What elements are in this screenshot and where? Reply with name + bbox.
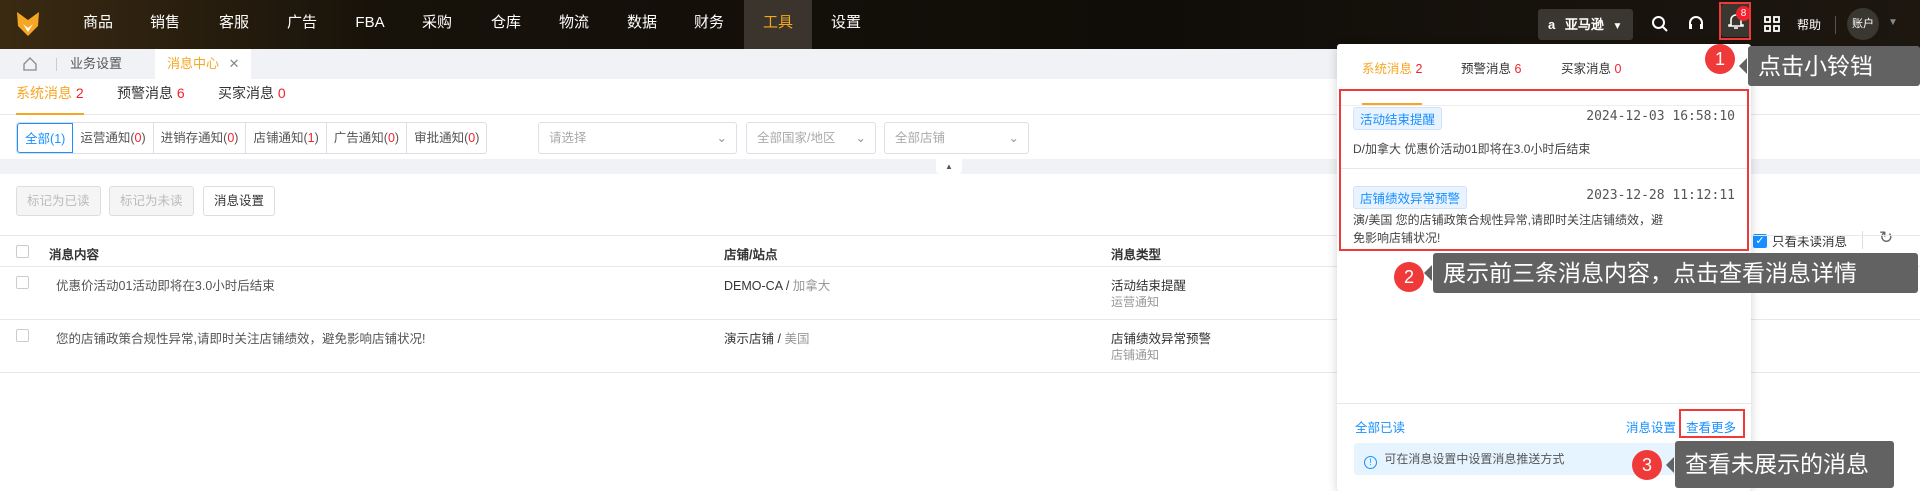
mark-read-button[interactable]: 标记为已读 bbox=[16, 186, 101, 216]
popup-settings-link[interactable]: 消息设置 bbox=[1626, 417, 1676, 436]
divider bbox=[1337, 403, 1751, 404]
annotation-step-1: 1 bbox=[1705, 44, 1735, 74]
top-nav: 商品 销售 客服 广告 FBA 采购 仓库 物流 数据 财务 工具 设置 a 亚马逊 ▼ 8 帮助 账… bbox=[0, 0, 1920, 49]
apps-grid-icon[interactable] bbox=[1764, 16, 1780, 32]
annotation-highlight-view-more bbox=[1679, 409, 1745, 438]
nav-item[interactable]: FBA bbox=[337, 0, 402, 49]
tab-warning-messages[interactable]: 预警消息 6 bbox=[117, 79, 185, 115]
row-checkbox[interactable] bbox=[16, 276, 29, 289]
caret-down-icon: ▼ bbox=[1612, 21, 1623, 32]
chevron-down-icon: ⌄ bbox=[716, 131, 727, 145]
chevron-down-icon: ⌄ bbox=[855, 131, 866, 145]
header-store: 店铺/站点 bbox=[724, 248, 778, 262]
filter-segment[interactable]: 店铺通知(1) bbox=[246, 123, 327, 153]
popup-tab-buyer[interactable]: 买家消息 0 bbox=[1561, 58, 1621, 77]
store-select[interactable]: 全部店铺 ⌄ bbox=[884, 122, 1029, 154]
header-content: 消息内容 bbox=[49, 248, 100, 262]
platform-selector[interactable]: a 亚马逊 ▼ bbox=[1538, 9, 1633, 40]
message-settings-button[interactable]: 消息设置 bbox=[203, 186, 276, 216]
popup-tab-system[interactable]: 系统消息 2 bbox=[1362, 58, 1422, 77]
nav-item[interactable]: 数据 bbox=[609, 0, 675, 49]
headset-icon[interactable] bbox=[1687, 15, 1705, 33]
header-type: 消息类型 bbox=[1111, 248, 1162, 262]
row-store: DEMO-CA / 加拿大 bbox=[724, 279, 831, 293]
nav-item[interactable]: 财务 bbox=[676, 0, 742, 49]
annotation-highlight-messages bbox=[1339, 89, 1749, 251]
page-tab-business-settings[interactable]: 业务设置 bbox=[70, 49, 122, 79]
select-all-checkbox[interactable] bbox=[16, 245, 29, 258]
collapse-toggle[interactable]: ▲ bbox=[936, 159, 962, 174]
annotation-highlight-bell bbox=[1719, 2, 1751, 40]
row-content: 优惠价活动01活动即将在3.0小时后结束 bbox=[56, 279, 275, 293]
row-category: 店铺通知 bbox=[1111, 348, 1160, 362]
page-tab-label: 消息中心 bbox=[167, 56, 220, 71]
notification-type-filter: 全部(1) 运营通知(0) 进销存通知(0) 店铺通知(1) 广告通知(0) 审批通知(0… bbox=[16, 122, 488, 154]
nav-item[interactable]: 设置 bbox=[813, 0, 879, 49]
filter-segment[interactable]: 审批通知(0) bbox=[407, 123, 486, 153]
row-category: 运营通知 bbox=[1111, 295, 1160, 309]
mark-unread-button[interactable]: 标记为未读 bbox=[109, 186, 194, 216]
row-checkbox[interactable] bbox=[16, 329, 29, 342]
country-select[interactable]: 全部国家/地区 ⌄ bbox=[746, 122, 876, 154]
chevron-down-icon: ⌄ bbox=[1008, 131, 1019, 145]
tab-system-messages[interactable]: 系统消息 2 bbox=[16, 79, 84, 115]
amazon-icon: a bbox=[1548, 17, 1556, 32]
nav-item[interactable]: 客服 bbox=[201, 0, 267, 49]
nav-item[interactable]: 商品 bbox=[65, 0, 131, 49]
fox-logo-icon[interactable] bbox=[14, 10, 42, 38]
annotation-callout-3: 查看未展示的消息 bbox=[1666, 441, 1894, 488]
account-avatar[interactable]: 账户 bbox=[1847, 8, 1879, 40]
mark-all-read-link[interactable]: 全部已读 bbox=[1355, 417, 1405, 436]
page-tab-message-center[interactable]: 消息中心 ✕ bbox=[155, 49, 251, 79]
annotation-callout-1: 点击小铃铛 bbox=[1739, 46, 1920, 86]
nav-item[interactable]: 采购 bbox=[404, 0, 470, 49]
info-text: 可在消息设置中设置消息推送方式 bbox=[1384, 452, 1565, 466]
account-label: 账户 bbox=[1852, 18, 1874, 30]
annotation-step-3: 3 bbox=[1632, 450, 1662, 480]
nav-item[interactable]: 仓库 bbox=[473, 0, 539, 49]
row-store: 演示店铺 / 美国 bbox=[724, 332, 810, 346]
search-icon[interactable] bbox=[1651, 15, 1669, 33]
nav-item[interactable]: 销售 bbox=[132, 0, 198, 49]
home-icon[interactable] bbox=[23, 57, 37, 71]
row-type: 活动结束提醒 bbox=[1111, 279, 1187, 293]
platform-label: 亚马逊 bbox=[1564, 17, 1604, 32]
help-link[interactable]: 帮助 bbox=[1797, 16, 1821, 33]
type-select[interactable]: 请选择 ⌄ bbox=[538, 122, 737, 154]
annotation-callout-2: 展示前三条消息内容，点击查看消息详情 bbox=[1424, 253, 1918, 293]
divider bbox=[1835, 16, 1836, 34]
nav-item[interactable]: 工具 bbox=[744, 0, 812, 49]
close-icon[interactable]: ✕ bbox=[229, 56, 240, 71]
filter-segment[interactable]: 广告通知(0) bbox=[327, 123, 408, 153]
divider bbox=[56, 58, 57, 71]
row-type: 店铺绩效异常预警 bbox=[1111, 332, 1212, 346]
info-icon: ! bbox=[1364, 456, 1377, 469]
nav-item[interactable]: 广告 bbox=[269, 0, 335, 49]
nav-item[interactable]: 物流 bbox=[541, 0, 607, 49]
filter-segment[interactable]: 全部(1) bbox=[17, 123, 74, 153]
popup-tab-warning[interactable]: 预警消息 6 bbox=[1461, 58, 1521, 77]
row-content: 您的店铺政策合规性异常,请即时关注店铺绩效，避免影响店铺状况! bbox=[56, 332, 426, 346]
tab-buyer-messages[interactable]: 买家消息 0 bbox=[218, 79, 286, 115]
annotation-step-2: 2 bbox=[1394, 262, 1424, 292]
filter-segment[interactable]: 进销存通知(0) bbox=[154, 123, 247, 153]
filter-segment[interactable]: 运营通知(0) bbox=[73, 123, 154, 153]
account-caret-icon[interactable]: ▼ bbox=[1888, 17, 1898, 28]
